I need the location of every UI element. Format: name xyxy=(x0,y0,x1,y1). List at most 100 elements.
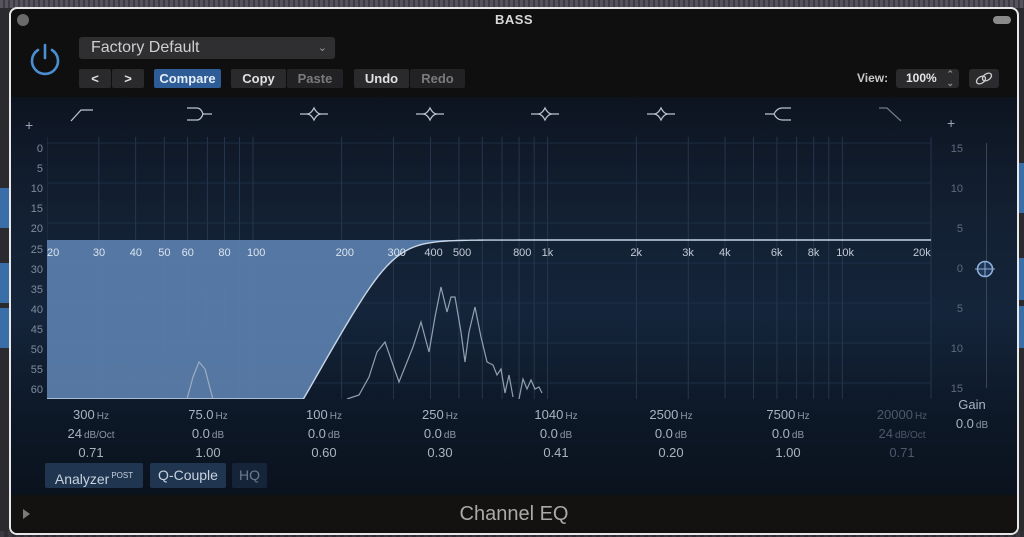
low-cut-filter-area xyxy=(47,240,931,399)
frequency-label: 50 xyxy=(158,247,171,259)
gain-scale-plus-icon[interactable]: + xyxy=(947,115,955,131)
band-frequency[interactable]: 250 Hz xyxy=(385,407,495,422)
redo-button[interactable]: Redo xyxy=(410,69,465,88)
high-cut-band-icon[interactable] xyxy=(877,105,907,123)
band-frequency[interactable]: 1040 Hz xyxy=(501,407,611,422)
band-1-params: 300 Hz 24 dB/Oct 0.71 xyxy=(36,407,146,460)
frequency-label: 80 xyxy=(218,247,231,259)
view-zoom-value: 100% xyxy=(906,71,937,85)
frequency-label: 40 xyxy=(129,247,142,259)
band-q[interactable]: 0.60 xyxy=(269,445,379,460)
analyzer-scale-tick: 60 xyxy=(30,384,43,397)
previous-preset-button[interactable]: < xyxy=(79,69,111,88)
next-preset-button[interactable]: > xyxy=(112,69,144,88)
low-shelf-band-icon[interactable] xyxy=(185,105,215,123)
band-frequency[interactable]: 300 Hz xyxy=(36,407,146,422)
band-5-params: 1040 Hz 0.0 dB 0.41 xyxy=(501,407,611,460)
power-icon[interactable] xyxy=(27,41,63,77)
preset-name: Factory Default xyxy=(91,39,200,56)
band-q[interactable]: 1.00 xyxy=(733,445,843,460)
band-frequency[interactable]: 100 Hz xyxy=(269,407,379,422)
output-gain: Gain 0.0 dB xyxy=(937,397,1007,431)
frequency-label: 30 xyxy=(92,247,106,259)
analyzer-mode: POST xyxy=(111,471,134,480)
gain-scale-tick: 15 xyxy=(950,383,963,395)
band-gain[interactable]: 0.0 dB xyxy=(153,426,263,441)
peak-band-icon[interactable] xyxy=(530,105,560,123)
undo-button[interactable]: Undo xyxy=(354,69,409,88)
band-gain[interactable]: 0.0 dB xyxy=(616,426,726,441)
band-4-params: 250 Hz 0.0 dB 0.30 xyxy=(385,407,495,460)
high-shelf-band-icon[interactable] xyxy=(763,105,793,123)
frequency-label: 200 xyxy=(335,247,355,259)
band-gain[interactable]: 0.0 dB xyxy=(501,426,611,441)
gain-scale-tick: 10 xyxy=(950,183,963,195)
preset-dropdown[interactable]: Factory Default ⌄ xyxy=(79,37,335,59)
view-zoom-select[interactable]: 100% ⌃ ⌄ xyxy=(896,69,959,88)
chevron-down-icon: ⌄ xyxy=(317,42,327,54)
analyzer-scale-tick: 5 xyxy=(36,163,43,176)
analyzer-scale-tick: 55 xyxy=(30,364,43,377)
copy-button[interactable]: Copy xyxy=(231,69,286,88)
frequency-label: 500 xyxy=(452,247,472,259)
hq-button[interactable]: HQ xyxy=(232,463,267,488)
frequency-label: 100 xyxy=(246,247,266,259)
frequency-label: 60 xyxy=(181,247,194,259)
gain-value[interactable]: 0.0 dB xyxy=(937,416,1007,431)
band-gain[interactable]: 24 dB/Oct xyxy=(36,426,146,441)
analyzer-scale-tick: 10 xyxy=(30,183,43,196)
analyzer-scale-tick: 50 xyxy=(30,344,43,356)
band-q[interactable]: 0.20 xyxy=(616,445,726,460)
band-3-params: 100 Hz 0.0 dB 0.60 xyxy=(269,407,379,460)
gain-scale-tick: 15 xyxy=(950,143,963,155)
low-cut-band-icon[interactable] xyxy=(69,105,99,123)
band-6-params: 2500 Hz 0.0 dB 0.20 xyxy=(616,407,726,460)
band-frequency[interactable]: 2500 Hz xyxy=(616,407,726,422)
compare-button[interactable]: Compare xyxy=(154,69,221,88)
q-couple-button[interactable]: Q-Couple xyxy=(150,463,226,488)
band-q[interactable]: 0.30 xyxy=(385,445,495,460)
frequency-label: 800 xyxy=(513,247,532,259)
frequency-label: 8k xyxy=(807,247,820,259)
band-gain[interactable]: 0.0 dB xyxy=(385,426,495,441)
gain-scale-tick: 5 xyxy=(956,303,963,315)
band-q[interactable]: 1.00 xyxy=(153,445,263,460)
eq-graph[interactable] xyxy=(47,137,937,399)
frequency-label: 400 xyxy=(424,247,443,259)
link-icon xyxy=(975,72,993,85)
view-label: View: xyxy=(857,71,889,85)
frequency-label: 3k xyxy=(682,247,694,259)
band-7-params: 7500 Hz 0.0 dB 1.00 xyxy=(733,407,843,460)
analyzer-scale-tick: 25 xyxy=(30,243,43,256)
band-gain[interactable]: 0.0 dB xyxy=(733,426,843,441)
band-gain[interactable]: 0.0 dB xyxy=(269,426,379,441)
paste-button[interactable]: Paste xyxy=(287,69,343,88)
analyzer-scale-tick: 20 xyxy=(30,223,43,236)
peak-band-icon[interactable] xyxy=(415,105,445,123)
analyzer-label: Analyzer xyxy=(54,471,110,487)
frequency-label: 20k xyxy=(913,247,931,259)
gain-scale-tick: 0 xyxy=(956,263,963,275)
peak-band-icon[interactable] xyxy=(646,105,676,123)
gain-slider-handle[interactable] xyxy=(975,259,995,279)
analyzer-button[interactable]: Analyzer POST xyxy=(45,463,143,488)
peak-band-icon[interactable] xyxy=(299,105,329,123)
band-q[interactable]: 0.71 xyxy=(847,445,957,460)
band-frequency[interactable]: 75.0 Hz xyxy=(153,407,263,422)
band-2-params: 75.0 Hz 0.0 dB 1.00 xyxy=(153,407,263,460)
window-resize-button[interactable] xyxy=(993,16,1011,24)
frequency-label: 10k xyxy=(836,247,855,259)
link-button[interactable] xyxy=(969,69,999,88)
eq-display[interactable]: + + 0 5 10 15 20 25 30 35 40 45 50 55 60 15 10 5 0 5 10 15… xyxy=(11,97,1017,495)
gain-scale-tick: 10 xyxy=(950,343,963,355)
window-title: BASS xyxy=(494,12,534,27)
frequency-label: 20 xyxy=(47,247,60,259)
band-q[interactable]: 0.41 xyxy=(501,445,611,460)
band-frequency[interactable]: 7500 Hz xyxy=(733,407,843,422)
analyzer-scale-plus-icon[interactable]: + xyxy=(25,117,33,133)
band-q[interactable]: 0.71 xyxy=(36,445,146,460)
analyzer-spectrum xyxy=(518,376,543,399)
analyzer-scale-tick: 35 xyxy=(30,283,43,296)
plugin-name: Channel EQ xyxy=(459,503,569,525)
analyzer-scale-tick: 0 xyxy=(36,143,43,155)
